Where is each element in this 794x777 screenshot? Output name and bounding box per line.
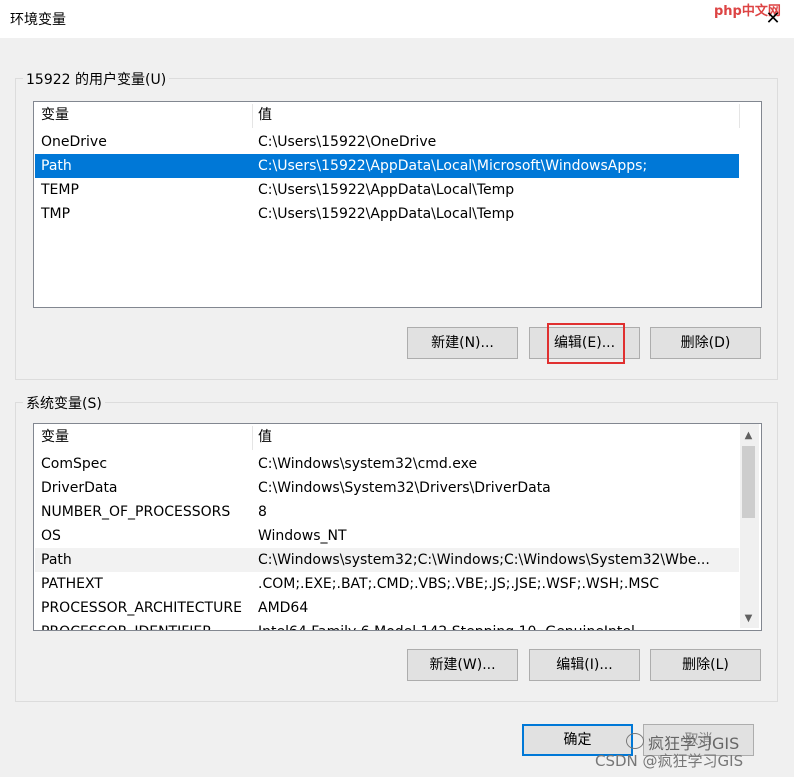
column-separator[interactable] — [739, 104, 740, 128]
list-item[interactable]: TMP C:\Users\15922\AppData\Local\Temp — [35, 202, 739, 226]
column-header-variable[interactable]: 变量 — [35, 424, 69, 450]
list-item[interactable]: NUMBER_OF_PROCESSORS 8 — [35, 500, 739, 524]
list-item[interactable]: ComSpec C:\Windows\system32\cmd.exe — [35, 452, 739, 476]
user-delete-button[interactable]: 删除(D) — [650, 327, 761, 359]
window-title: 环境变量 — [10, 12, 66, 28]
column-header-value[interactable]: 值 — [252, 102, 272, 128]
variable-name: ComSpec — [41, 456, 108, 472]
system-delete-button[interactable]: 删除(L) — [650, 649, 761, 681]
list-item[interactable]: OS Windows_NT — [35, 524, 739, 548]
list-item[interactable]: PATHEXT .COM;.EXE;.BAT;.CMD;.VBS;.VBE;.J… — [35, 572, 739, 596]
variable-name: OS — [41, 528, 61, 544]
title-bar: 环境变量 php中文网 ✕ — [0, 0, 794, 38]
variable-value: C:\Windows\system32;C:\Windows;C:\Window… — [258, 552, 710, 568]
user-vars-list[interactable]: 变量 值 OneDrive C:\Users\15922\OneDrive Pa… — [33, 101, 762, 308]
user-vars-group-label: 15922 的用户变量(U) — [23, 69, 170, 89]
list-item-selected[interactable]: Path C:\Users\15922\AppData\Local\Micros… — [35, 154, 739, 178]
variable-name: OneDrive — [41, 134, 107, 150]
system-edit-button[interactable]: 编辑(I)... — [529, 649, 640, 681]
list-item[interactable]: DriverData C:\Windows\System32\Drivers\D… — [35, 476, 739, 500]
variable-name: TMP — [41, 206, 71, 222]
user-vars-list-header: 变量 值 — [34, 102, 761, 128]
column-header-value[interactable]: 值 — [252, 424, 272, 450]
list-item[interactable]: OneDrive C:\Users\15922\OneDrive — [35, 130, 739, 154]
scroll-down-icon[interactable]: ▼ — [740, 610, 757, 627]
list-item[interactable]: PROCESSOR_ARCHITECTURE AMD64 — [35, 596, 739, 620]
wechat-icon — [626, 733, 644, 749]
scrollbar-thumb[interactable] — [742, 446, 755, 518]
variable-value: C:\Windows\System32\Drivers\DriverData — [258, 480, 551, 496]
variable-value: .COM;.EXE;.BAT;.CMD;.VBS;.VBE;.JS;.JSE;.… — [258, 576, 660, 592]
system-new-button[interactable]: 新建(W)... — [407, 649, 518, 681]
variable-name: Path — [41, 158, 72, 174]
variable-value: C:\Users\15922\AppData\Local\Temp — [258, 206, 515, 222]
variable-name: PROCESSOR_IDENTIFIER — [41, 620, 212, 630]
variable-value: C:\Users\15922\AppData\Local\Microsoft\W… — [258, 158, 648, 174]
close-icon[interactable]: ✕ — [760, 6, 786, 32]
variable-value: AMD64 — [258, 600, 309, 616]
variable-value: Windows_NT — [258, 528, 347, 544]
variable-value: 8 — [258, 504, 267, 520]
list-item[interactable]: TEMP C:\Users\15922\AppData\Local\Temp — [35, 178, 739, 202]
variable-name: PROCESSOR_ARCHITECTURE — [41, 600, 242, 616]
system-vars-list[interactable]: 变量 值 ComSpec C:\Windows\system32\cmd.exe… — [33, 423, 762, 631]
variable-name: Path — [41, 552, 72, 568]
variable-value: C:\Windows\system32\cmd.exe — [258, 456, 478, 472]
list-item[interactable]: PROCESSOR_IDENTIFIER Intel64 Family 6 Mo… — [35, 620, 739, 630]
vertical-scrollbar[interactable]: ▲ ▼ — [740, 424, 759, 628]
annotation-highlight-box — [547, 323, 625, 364]
variable-name: TEMP — [41, 182, 79, 198]
variable-name: PATHEXT — [41, 576, 103, 592]
column-header-variable[interactable]: 变量 — [35, 102, 69, 128]
list-item[interactable]: Path C:\Windows\system32;C:\Windows;C:\W… — [35, 548, 739, 572]
system-vars-list-header: 变量 值 — [34, 424, 761, 450]
variable-name: NUMBER_OF_PROCESSORS — [41, 504, 231, 520]
variable-value: Intel64 Family 6 Model 142 Stepping 10, … — [258, 620, 635, 630]
variable-value: C:\Users\15922\OneDrive — [258, 134, 437, 150]
variable-name: DriverData — [41, 480, 118, 496]
system-vars-group-label: 系统变量(S) — [23, 393, 105, 413]
scroll-up-icon[interactable]: ▲ — [740, 427, 757, 444]
watermark-line2: CSDN @疯狂学习GIS — [595, 752, 744, 770]
variable-value: C:\Users\15922\AppData\Local\Temp — [258, 182, 515, 198]
user-new-button[interactable]: 新建(N)... — [407, 327, 518, 359]
